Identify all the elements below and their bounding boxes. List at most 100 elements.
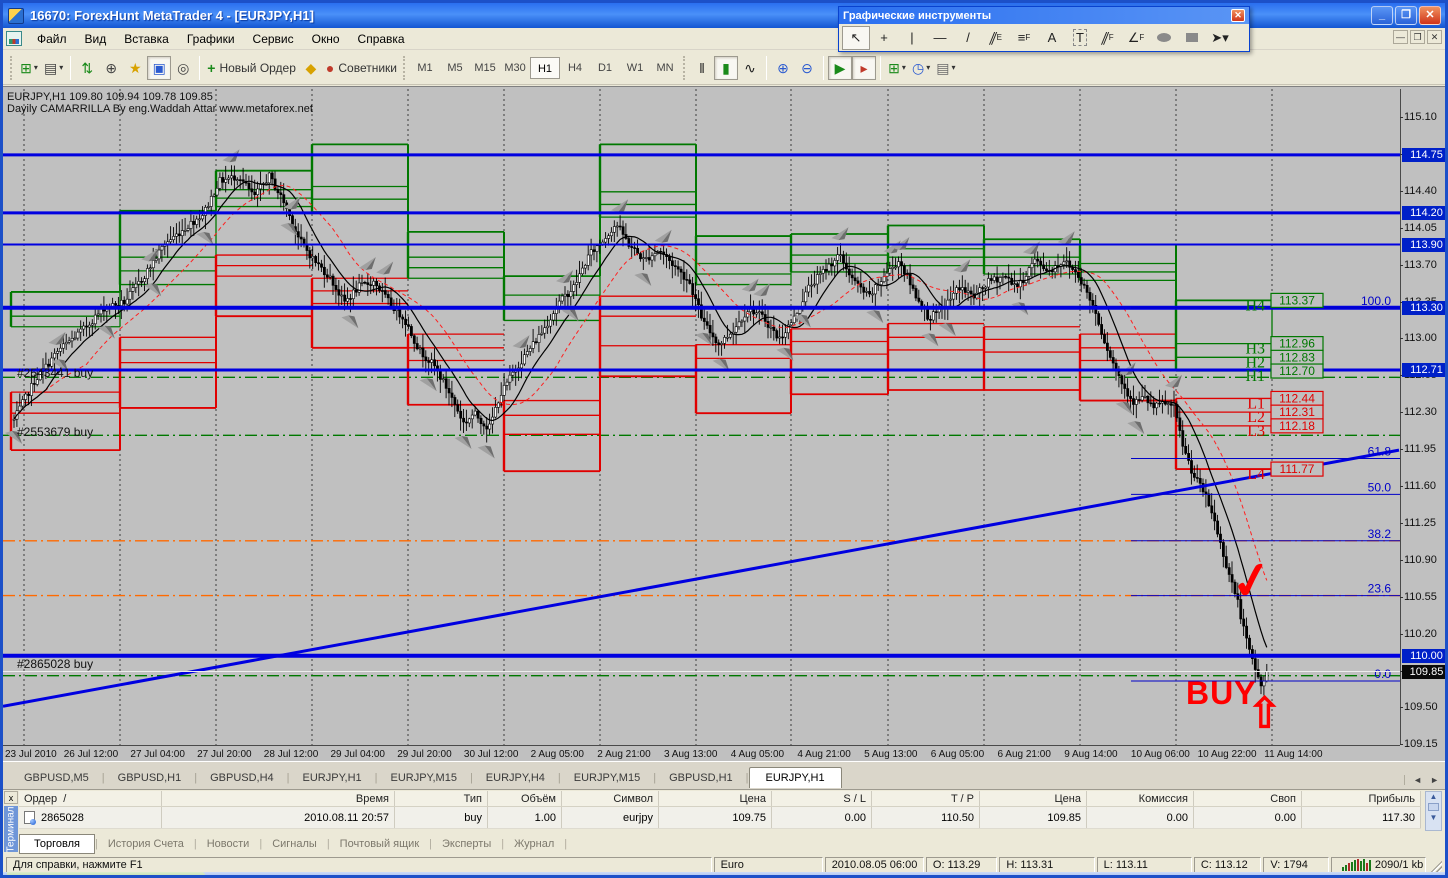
scroll-up-icon[interactable]: ▲ <box>1426 792 1441 801</box>
chart-tab-7[interactable]: GBPUSD,H1 <box>656 768 746 788</box>
graphic-tools-close-icon[interactable]: ✕ <box>1231 9 1245 22</box>
zoom-out-button[interactable]: ⊖ <box>795 56 819 80</box>
templates-button[interactable]: ▤ ▾ <box>933 56 958 80</box>
chart-area[interactable]: EURJPY,H1 109.80 109.94 109.78 109.85 Da… <box>3 86 1445 762</box>
close-button[interactable]: ✕ <box>1419 6 1441 25</box>
chart-tab-3[interactable]: EURJPY,H1 <box>290 768 375 788</box>
price-axis[interactable]: 115.10114.75114.40114.05113.70113.35113.… <box>1399 89 1445 750</box>
mdi-close-button[interactable]: ✕ <box>1427 30 1442 44</box>
terminal-scrollbar[interactable]: ▲ ▼ <box>1425 791 1442 831</box>
terminal-side-tab[interactable]: Терминал <box>4 806 18 852</box>
fibonacci-retracement-tool[interactable]: ≡ F <box>1010 26 1038 50</box>
terminal-panel-button[interactable]: ▣ <box>147 55 172 80</box>
menu-Вид[interactable]: Вид <box>76 29 116 49</box>
scroll-down-icon[interactable]: ▼ <box>1426 813 1441 822</box>
minimize-button[interactable]: _ <box>1371 6 1393 25</box>
chart-candles-button[interactable]: ▮ <box>714 55 739 80</box>
column-header-8[interactable]: Цена <box>980 791 1087 806</box>
menu-Файл[interactable]: Файл <box>28 29 76 49</box>
chart-tab-8[interactable]: EURJPY,H1 <box>748 767 842 788</box>
timeframe-H1[interactable]: H1 <box>530 56 561 79</box>
column-header-10[interactable]: Своп <box>1194 791 1302 806</box>
new-order-button[interactable]: + Новый Ордер <box>204 56 299 80</box>
column-header-4[interactable]: Символ <box>562 791 659 806</box>
timeframe-H4[interactable]: H4 <box>560 57 590 79</box>
column-header-5[interactable]: Цена <box>659 791 772 806</box>
terminal-tab-0[interactable]: Торговля <box>19 834 95 854</box>
market-watch-button[interactable]: ⇅ <box>75 56 99 80</box>
crosshair-tool[interactable]: + <box>870 26 898 50</box>
chart-bars-button[interactable]: ‖ <box>690 56 714 80</box>
timeframe-MN[interactable]: MN <box>650 57 680 79</box>
chart-tab-1[interactable]: GBPUSD,H1 <box>105 768 195 788</box>
indicators-dropdown-icon[interactable]: ▾ <box>902 63 906 72</box>
timeframe-W1[interactable]: W1 <box>620 57 650 79</box>
menu-Окно[interactable]: Окно <box>303 29 349 49</box>
timeframe-D1[interactable]: D1 <box>590 57 620 79</box>
terminal-tab-5[interactable]: Эксперты <box>432 835 501 853</box>
chart-shift-button[interactable]: ▸ <box>852 55 877 80</box>
text-label-tool[interactable]: T <box>1066 26 1094 50</box>
ellipse-tool[interactable] <box>1150 26 1178 50</box>
column-header-6[interactable]: S / L <box>772 791 872 806</box>
toolbar-grip[interactable] <box>10 55 14 80</box>
menu-Сервис[interactable]: Сервис <box>244 29 303 49</box>
equidistant-channel-tool[interactable]: ∥ E <box>982 26 1010 50</box>
graphic-tools-toolbar[interactable]: Графические инструменты ✕ ↖ + | — / ∥ E ≡ F A T ∥ F ∠… <box>838 6 1250 52</box>
column-header-3[interactable]: Объём <box>488 791 562 806</box>
periods-dropdown-icon[interactable]: ▾ <box>926 63 930 72</box>
expert-advisors-button[interactable]: ● Советники <box>323 56 400 80</box>
column-header-2[interactable]: Тип <box>395 791 488 806</box>
templates-dropdown-icon[interactable]: ▾ <box>951 63 955 72</box>
time-axis[interactable]: 23 Jul 2010 26 Jul 12:00 27 Jul 04:00 27 Ju… <box>3 745 1400 762</box>
timeframe-M30[interactable]: M30 <box>500 57 530 79</box>
periods-button[interactable]: ◷ ▾ <box>909 56 933 80</box>
fibo-channel-tool[interactable]: ∥ F <box>1094 26 1122 50</box>
tab-scroll-left-icon[interactable]: ◄ <box>1413 775 1422 785</box>
column-header-9[interactable]: Комиссия <box>1087 791 1194 806</box>
profiles-dropdown-icon[interactable]: ▾ <box>59 63 63 72</box>
mdi-minimize-button[interactable]: — <box>1393 30 1408 44</box>
rectangle-tool[interactable] <box>1178 26 1206 50</box>
profiles-button[interactable]: ▤ ▾ <box>41 56 66 80</box>
price-chart[interactable]: 100.061.850.038.223.60.0H4 113.37H3 112.96… <box>3 89 1400 745</box>
horizontal-line-tool[interactable]: — <box>926 26 954 50</box>
menu-Вставка[interactable]: Вставка <box>115 29 178 49</box>
menu-Справка[interactable]: Справка <box>349 29 414 49</box>
strategy-tester-button[interactable]: ◎ <box>171 56 195 80</box>
tab-scroll-right-icon[interactable]: ► <box>1430 775 1439 785</box>
cursor-tool[interactable]: ↖ <box>842 25 870 50</box>
new-chart-dropdown-icon[interactable]: ▾ <box>34 63 38 72</box>
menu-Графики[interactable]: Графики <box>178 29 244 49</box>
text-tool[interactable]: A <box>1038 26 1066 50</box>
trendline-tool[interactable]: / <box>954 26 982 50</box>
column-header-7[interactable]: T / P <box>872 791 980 806</box>
fibo-fan-tool[interactable]: ∠ F <box>1122 26 1150 50</box>
order-row[interactable]: 2865028 2010.08.11 20:57 buy 1.00 eurjpy 109.… <box>19 807 1421 829</box>
column-header-0[interactable]: Ордер / <box>19 791 162 806</box>
chart-tab-4[interactable]: EURJPY,M15 <box>378 768 470 788</box>
timeframe-M15[interactable]: M15 <box>470 57 500 79</box>
mdi-restore-button[interactable]: ❐ <box>1410 30 1425 44</box>
chart-tab-6[interactable]: EURJPY,M15 <box>561 768 653 788</box>
timeframe-M1[interactable]: M1 <box>410 57 440 79</box>
timeframe-M5[interactable]: M5 <box>440 57 470 79</box>
maximize-button[interactable]: ❐ <box>1395 6 1417 25</box>
terminal-tab-2[interactable]: Новости <box>197 835 260 853</box>
arrows-tool-dropdown-icon[interactable]: ▾ <box>1222 30 1229 46</box>
chart-line-button[interactable]: ∿ <box>738 56 762 80</box>
column-header-11[interactable]: Прибыль <box>1302 791 1421 806</box>
arrows-tool[interactable]: ➤ ▾ <box>1206 26 1234 50</box>
column-header-1[interactable]: Время <box>162 791 395 806</box>
new-chart-button[interactable]: ⊞ ▾ <box>17 56 41 80</box>
vertical-line-tool[interactable]: | <box>898 26 926 50</box>
auto-scroll-button[interactable]: ▶ <box>828 55 853 80</box>
chart-tab-2[interactable]: GBPUSD,H4 <box>197 768 287 788</box>
chart-tab-0[interactable]: GBPUSD,M5 <box>11 768 102 788</box>
zoom-in-button[interactable]: ⊕ <box>771 56 795 80</box>
terminal-tab-1[interactable]: История Счета <box>98 835 194 853</box>
terminal-tab-6[interactable]: Журнал <box>504 835 564 853</box>
scroll-thumb[interactable] <box>1428 803 1439 811</box>
terminal-tab-4[interactable]: Почтовый ящик <box>330 835 429 853</box>
data-window-button[interactable]: ⊕ <box>99 56 123 80</box>
